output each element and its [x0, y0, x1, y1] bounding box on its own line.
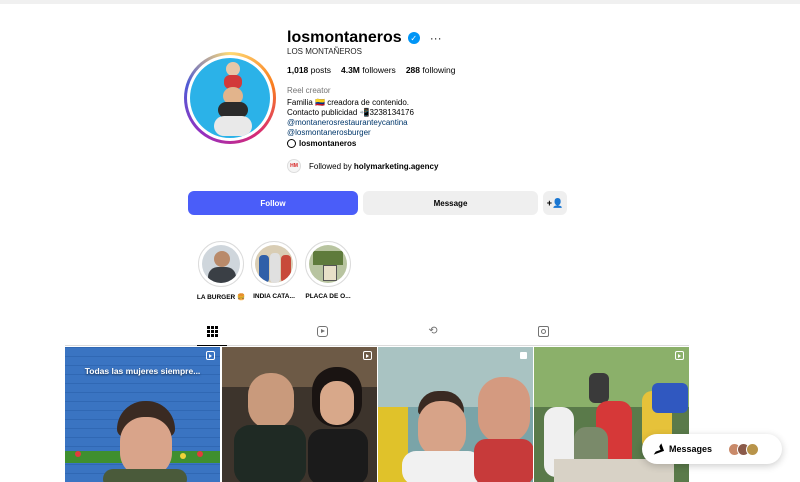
username-row: losmontaneros ✓ ··· [287, 27, 442, 49]
message-button[interactable]: Message [363, 191, 538, 215]
highlight-label: LA BURGER 🍔 [196, 294, 246, 301]
full-name: LOS MONTAÑEROS [287, 47, 362, 56]
tab-tagged[interactable] [528, 326, 558, 346]
bio-link-burger[interactable]: @losmontanerosburger [287, 128, 414, 138]
followers-stat[interactable]: 4.3M followers [341, 65, 396, 75]
followed-by-text: Followed by holymarketing.agency [309, 161, 439, 171]
highlight-placa-de-o[interactable]: PLACA DE O... [302, 241, 354, 300]
highlight-la-burger[interactable]: LA BURGER 🍔 [195, 241, 247, 301]
paper-plane-icon [652, 444, 663, 455]
bio: Familia 🇨🇴 creadora de contenido. Contac… [287, 98, 414, 138]
highlight-cover [255, 245, 293, 283]
tagged-icon [537, 326, 549, 337]
add-user-icon: +👤 [546, 197, 564, 208]
highlight-cover [202, 245, 240, 283]
profile-stats: 1,018 posts 4.3M followers 288 following [287, 65, 455, 75]
threads-icon [287, 139, 296, 148]
bio-link-restaurant[interactable]: @montanerosrestauranteycantina [287, 118, 414, 128]
repost-icon: ⟲ [428, 325, 438, 337]
avatar-photo [190, 58, 270, 138]
post-tile[interactable]: Todas las mujeres siempre... [65, 347, 220, 482]
browser-top-strip [0, 0, 800, 4]
tabs-divider [65, 345, 689, 346]
reel-badge-icon [206, 351, 215, 360]
post-caption: Todas las mujeres siempre... [84, 366, 201, 376]
grid-icon [206, 326, 218, 337]
post-tile[interactable] [378, 347, 533, 482]
bio-line: Familia 🇨🇴 creadora de contenido. [287, 98, 410, 107]
threads-link[interactable]: losmontaneros [287, 139, 356, 148]
following-stat[interactable]: 288 following [406, 65, 456, 75]
highlight-label: PLACA DE O... [305, 293, 351, 300]
tab-reels[interactable] [307, 326, 337, 346]
category-label: Reel creator [287, 86, 331, 95]
bio-line: Contacto publicidad 📲3238134176 [287, 108, 414, 117]
suggest-users-button[interactable]: +👤 [543, 191, 567, 215]
carousel-badge-icon [519, 351, 528, 360]
followed-by[interactable]: HM Followed by holymarketing.agency [287, 159, 438, 173]
posts-stat: 1,018 posts [287, 65, 331, 75]
highlight-cover [309, 245, 347, 283]
reels-icon [316, 326, 328, 337]
post-tile[interactable] [222, 347, 377, 482]
message-avatars [728, 442, 760, 456]
verified-badge-icon: ✓ [407, 32, 420, 44]
profile-avatar[interactable] [184, 52, 276, 144]
instagram-profile-page: losmontaneros ✓ ··· LOS MONTAÑEROS 1,018… [0, 0, 800, 482]
username: losmontaneros [287, 29, 402, 46]
reel-badge-icon [675, 351, 684, 360]
follower-avatar: HM [287, 159, 301, 173]
follow-button[interactable]: Follow [188, 191, 358, 215]
highlight-label: INDIA CATA... [253, 293, 295, 300]
tab-reposts[interactable]: ⟲ [418, 326, 448, 346]
highlight-india-cata[interactable]: INDIA CATA... [248, 241, 300, 300]
reel-badge-icon [363, 351, 372, 360]
avatar [746, 442, 760, 456]
tab-posts[interactable] [197, 326, 227, 346]
messages-label: Messages [669, 444, 713, 454]
threads-handle: losmontaneros [299, 139, 357, 148]
more-options-icon[interactable]: ··· [430, 31, 442, 45]
messages-bubble[interactable]: Messages [642, 434, 782, 464]
